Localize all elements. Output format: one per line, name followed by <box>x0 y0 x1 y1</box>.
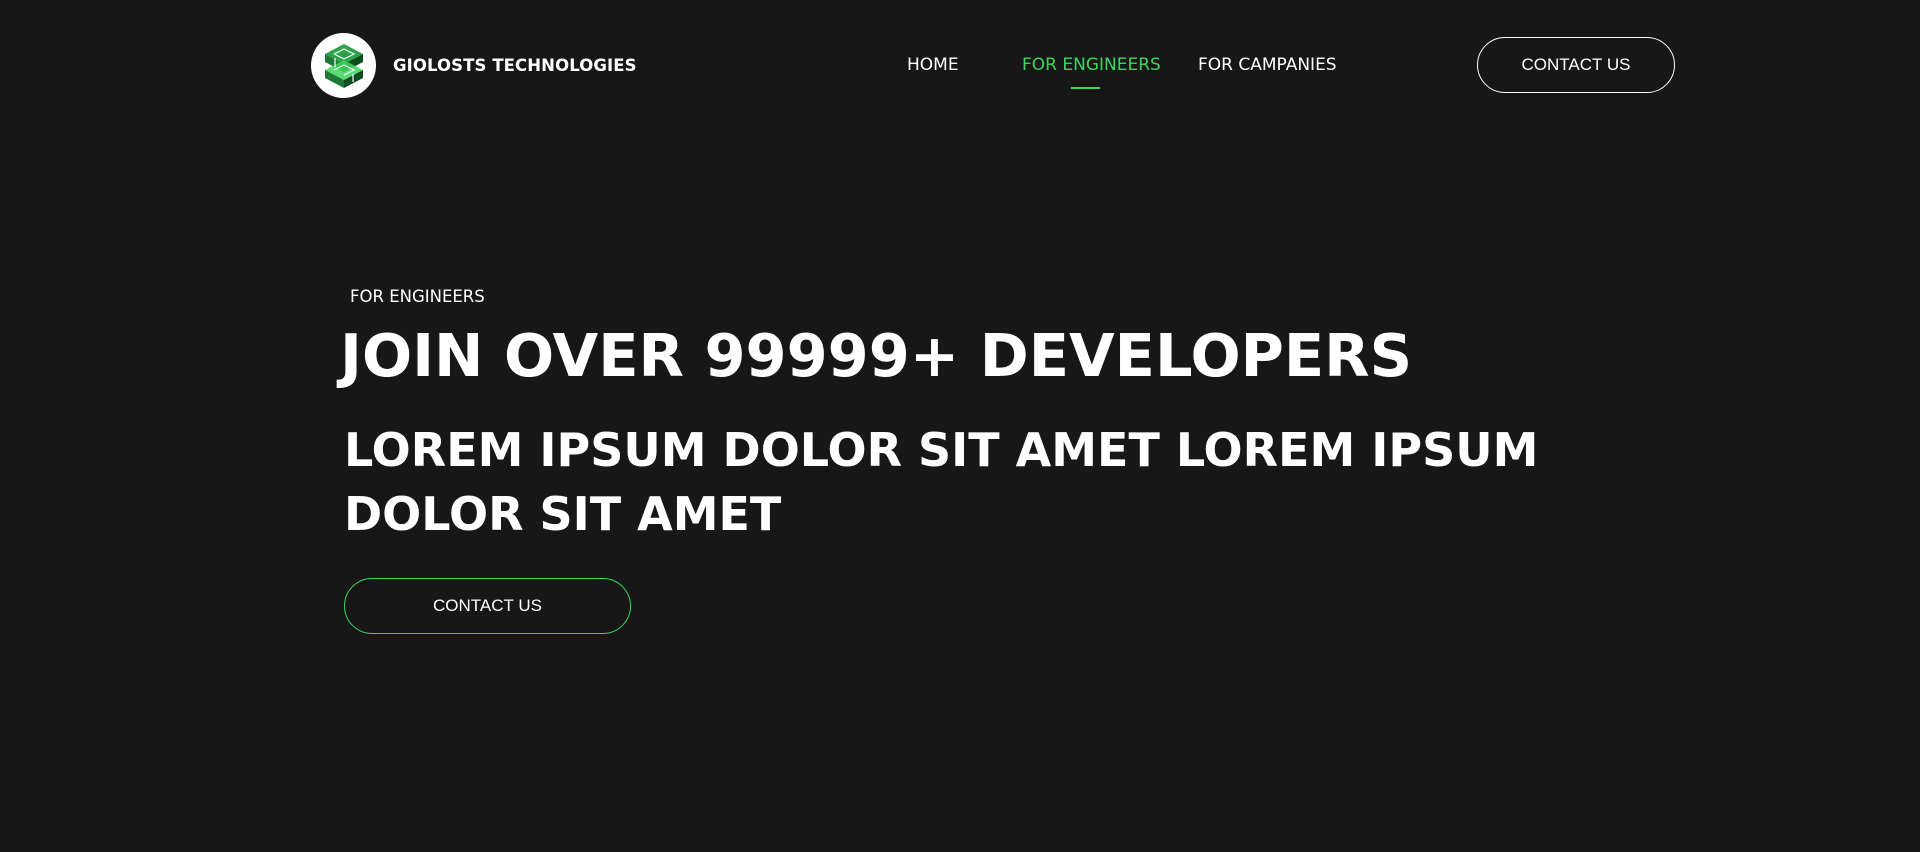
nav-active-underline <box>1071 87 1100 89</box>
nav-for-campanies[interactable]: FOR CAMPANIES <box>1198 54 1337 76</box>
logo-graphic <box>324 43 363 88</box>
hero-headline: JOIN OVER 99999+ DEVELOPERS <box>340 321 1413 390</box>
header-contact-button[interactable]: CONTACT US <box>1477 37 1675 93</box>
hero-contact-button[interactable]: CONTACT US <box>344 578 631 634</box>
brand-name: GIOLOSTS TECHNOLOGIES <box>393 56 637 75</box>
hero-eyebrow: FOR ENGINEERS <box>350 287 485 306</box>
site-header: GIOLOSTS TECHNOLOGIES HOME FOR ENGINEERS… <box>0 0 1920 132</box>
hero-subhead-line-2: DOLOR SIT AMET <box>344 487 782 541</box>
hero-subhead-line-1: LOREM IPSUM DOLOR SIT AMET LOREM IPSUM <box>344 423 1539 477</box>
cube-s-logo-icon <box>311 33 376 98</box>
nav-for-engineers[interactable]: FOR ENGINEERS <box>1022 54 1161 76</box>
brand[interactable]: GIOLOSTS TECHNOLOGIES <box>311 33 637 98</box>
hero-subhead: LOREM IPSUM DOLOR SIT AMET LOREM IPSUM D… <box>344 418 1544 546</box>
nav-home[interactable]: HOME <box>907 54 959 76</box>
